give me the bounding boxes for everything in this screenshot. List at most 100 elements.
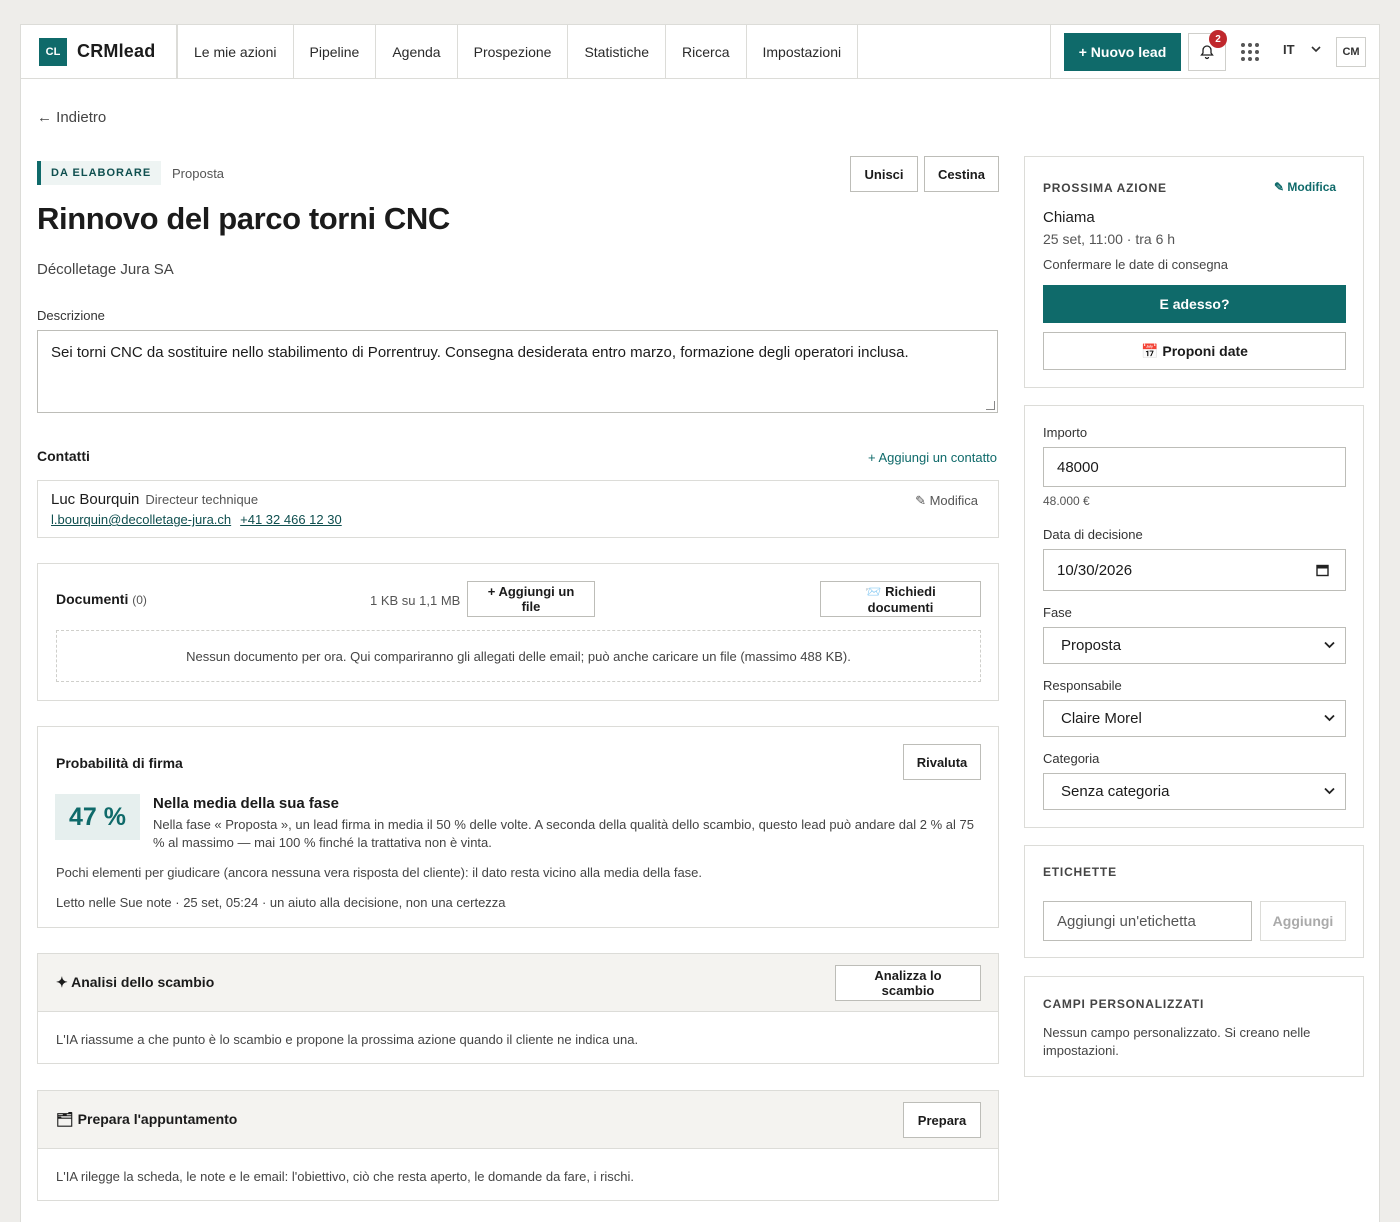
prepare-description: L'IA rilegge la scheda, le note e le ema…: [56, 1169, 635, 1184]
trash-button[interactable]: Cestina: [924, 156, 999, 192]
owner-select[interactable]: Claire Morel: [1043, 700, 1346, 737]
page-title: Rinnovo del parco torni CNC: [37, 201, 450, 236]
stage-select[interactable]: Proposta: [1043, 627, 1346, 664]
add-file-button[interactable]: + Aggiungi un file: [467, 581, 595, 617]
next-action-card: PROSSIMA AZIONE ✎ Modifica Chiama 25 set…: [1024, 156, 1364, 388]
what-now-button[interactable]: E adesso?: [1043, 285, 1346, 323]
edit-contact-link[interactable]: ✎ Modifica: [915, 493, 978, 509]
documents-heading: Documenti: [56, 591, 129, 607]
language-code: IT: [1283, 42, 1295, 57]
documents-count: (0): [132, 593, 147, 607]
brand[interactable]: CL CRMlead: [21, 25, 177, 78]
custom-fields-caption: CAMPI PERSONALIZZATI: [1043, 997, 1205, 1011]
calendar-icon[interactable]: [1316, 563, 1329, 577]
custom-fields-text: Nessun campo personalizzato. Si creano n…: [1043, 1025, 1311, 1058]
description-field[interactable]: Sei torni CNC da sostituire nello stabil…: [37, 330, 998, 413]
contact-phone-link[interactable]: +41 32 466 12 30: [240, 512, 342, 527]
contact-card: Luc Bourquin Directeur technique l.bourqu…: [37, 480, 999, 538]
add-contact-link[interactable]: + Aggiungi un contatto: [868, 450, 997, 465]
main-nav: Le mie azioni Pipeline Agenda Prospezion…: [177, 25, 859, 78]
company-name[interactable]: Décolletage Jura SA: [37, 261, 174, 278]
next-action-when: 25 set, 11:00 · tra 6 h: [1043, 231, 1176, 247]
probability-explanation: Nella fase « Proposta », un lead firma i…: [153, 817, 974, 850]
top-navigation: CL CRMlead Le mie azioni Pipeline Agenda…: [21, 25, 1379, 79]
add-tag-button[interactable]: Aggiungi: [1260, 901, 1346, 941]
propose-dates-button[interactable]: 📅 Proponi date: [1043, 332, 1346, 370]
nav-item-agenda[interactable]: Agenda: [376, 25, 458, 78]
next-action-caption: PROSSIMA AZIONE: [1043, 181, 1167, 195]
probability-card: Probabilità di firma Rivaluta 47 % Nella…: [37, 726, 999, 928]
decision-date-label: Data di decisione: [1043, 527, 1143, 542]
description-label: Descrizione: [37, 308, 105, 323]
edit-next-action-link[interactable]: ✎ Modifica: [1274, 180, 1336, 194]
probability-heading: Probabilità di firma: [56, 755, 183, 771]
nav-item-prospecting[interactable]: Prospezione: [458, 25, 569, 78]
category-select-value: Senza categoria: [1061, 783, 1170, 800]
next-action-type: Chiama: [1043, 209, 1095, 226]
probability-value: 47 %: [55, 794, 140, 840]
prepare-heading: 🗂 Prepara l'appuntamento: [56, 1111, 238, 1127]
reevaluate-button[interactable]: Rivaluta: [903, 744, 981, 780]
decision-date-input[interactable]: 10/30/2026: [1043, 549, 1346, 591]
amount-input[interactable]: 48000: [1043, 447, 1346, 487]
custom-fields-card: CAMPI PERSONALIZZATI Nessun campo person…: [1024, 976, 1364, 1077]
prepare-card: 🗂 Prepara l'appuntamento Prepara L'IA ri…: [37, 1090, 999, 1201]
chevron-down-icon: [1324, 641, 1335, 649]
language-selector[interactable]: IT: [1283, 42, 1321, 57]
documents-empty-state: Nessun documento per ora. Qui compariran…: [56, 630, 981, 682]
amount-formatted: 48.000 €: [1043, 494, 1090, 508]
probability-verdict: Nella media della sua fase: [153, 795, 339, 812]
nav-item-pipeline[interactable]: Pipeline: [294, 25, 377, 78]
contact-name: Luc Bourquin: [51, 491, 140, 508]
documents-card: Documenti (0) 1 KB su 1,1 MB + Aggiungi …: [37, 563, 999, 701]
nav-item-my-actions[interactable]: Le mie azioni: [177, 25, 294, 78]
apps-grid-icon[interactable]: [1239, 41, 1261, 63]
contact-email-link[interactable]: l.bourquin@decolletage-jura.ch: [51, 512, 231, 527]
category-label: Categoria: [1043, 751, 1100, 766]
amount-label: Importo: [1043, 425, 1088, 440]
status-badge: DA ELABORARE: [37, 161, 162, 185]
nav-item-search[interactable]: Ricerca: [666, 25, 747, 78]
back-link[interactable]: ← Indietro: [37, 109, 106, 126]
divider: [1050, 25, 1051, 78]
new-lead-button[interactable]: + Nuovo lead: [1064, 33, 1181, 71]
chevron-down-icon: [1324, 787, 1335, 795]
analyze-exchange-button[interactable]: Analizza lo scambio: [835, 965, 981, 1001]
lead-fields-card: Importo 48000 48.000 € Data di decisione…: [1024, 405, 1364, 828]
storage-usage: 1 KB su 1,1 MB: [370, 593, 461, 608]
contacts-heading: Contatti: [37, 448, 90, 464]
tags-caption: ETICHETTE: [1043, 865, 1117, 879]
merge-button[interactable]: Unisci: [850, 156, 918, 192]
nav-item-settings[interactable]: Impostazioni: [747, 25, 859, 78]
notification-count-badge: 2: [1209, 30, 1227, 48]
tags-card: ETICHETTE Aggiungi un'etichetta Aggiungi: [1024, 845, 1364, 958]
contact-details: l.bourquin@decolletage-jura.ch +41 32 46…: [51, 512, 342, 527]
chevron-down-icon: [1310, 46, 1321, 53]
logo-text: CRMlead: [77, 41, 156, 61]
contact-role: Directeur technique: [145, 492, 259, 507]
chevron-down-icon: [1324, 714, 1335, 722]
tag-input[interactable]: Aggiungi un'etichetta: [1043, 901, 1252, 941]
owner-label: Responsabile: [1043, 678, 1122, 693]
documents-title: Documenti (0): [56, 591, 147, 607]
probability-source: Letto nelle Sue note · 25 set, 05:24 · u…: [56, 895, 506, 910]
request-documents-button[interactable]: 📨 Richiedi documenti: [820, 581, 981, 617]
logo-mark: CL: [39, 37, 67, 66]
stage-label: Proposta: [172, 166, 225, 181]
stage-select-value: Proposta: [1061, 637, 1122, 654]
category-select[interactable]: Senza categoria: [1043, 773, 1346, 810]
prepare-button[interactable]: Prepara: [903, 1102, 981, 1138]
analysis-card: ✦ Analisi dello scambio Analizza lo scam…: [37, 953, 999, 1064]
nav-item-statistics[interactable]: Statistiche: [568, 25, 667, 78]
analysis-heading: ✦ Analisi dello scambio: [56, 974, 215, 990]
next-action-note: Confermare le date di consegna: [1043, 257, 1229, 272]
user-avatar[interactable]: CM: [1336, 37, 1366, 67]
description-text: Sei torni CNC da sostituire nello stabil…: [51, 344, 909, 361]
stage-field-label: Fase: [1043, 605, 1072, 620]
analysis-description: L'IA riassume a che punto è lo scambio e…: [56, 1032, 639, 1047]
probability-note: Pochi elementi per giudicare (ancora nes…: [56, 865, 703, 880]
resize-handle-icon[interactable]: [986, 401, 995, 410]
owner-select-value: Claire Morel: [1061, 710, 1142, 727]
app-window: CL CRMlead Le mie azioni Pipeline Agenda…: [20, 24, 1380, 1222]
decision-date-value: 10/30/2026: [1057, 561, 1133, 579]
